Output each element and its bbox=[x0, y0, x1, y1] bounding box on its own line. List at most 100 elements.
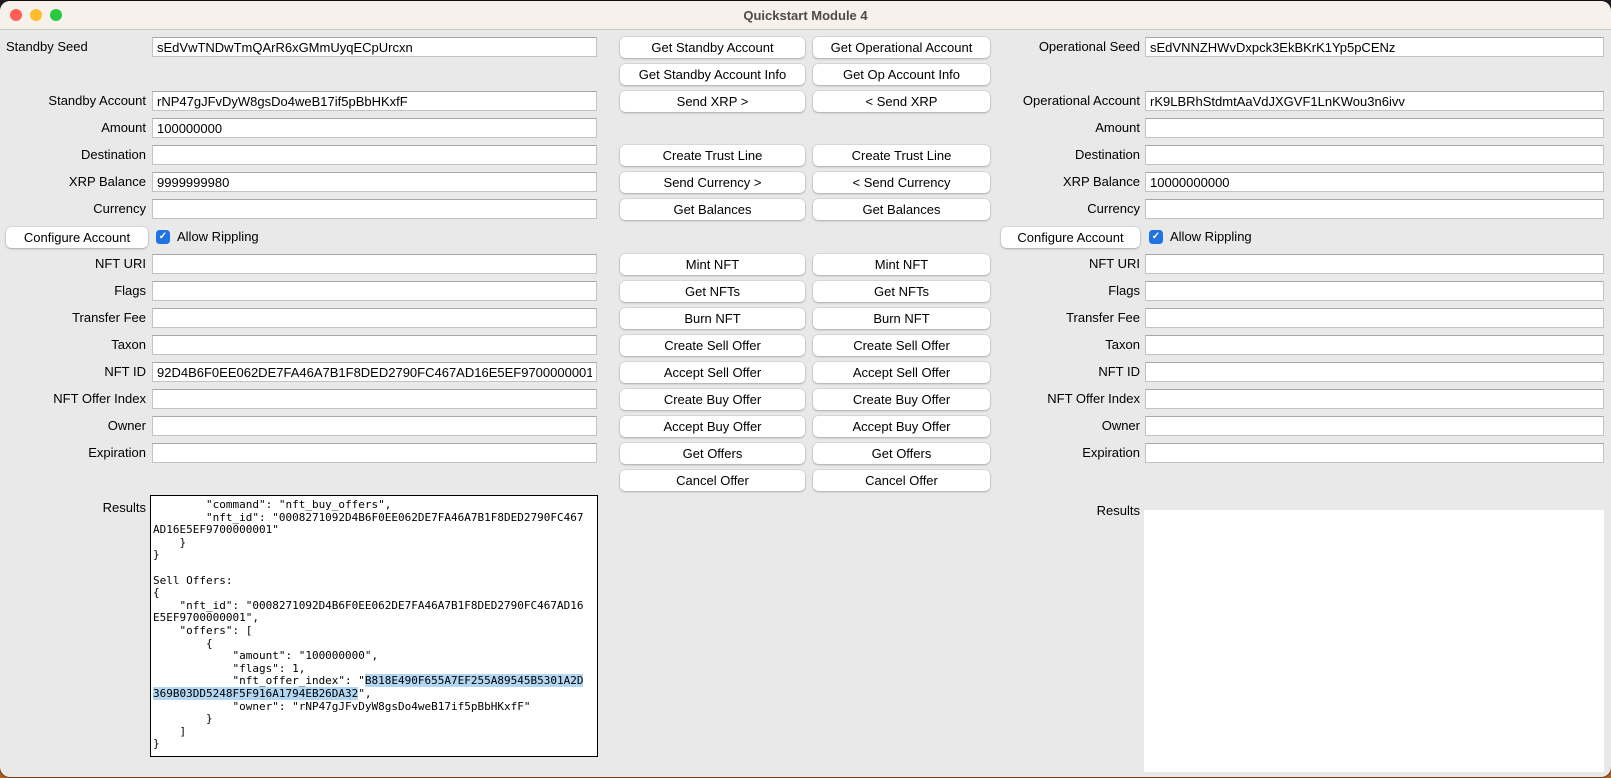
titlebar: Quickstart Module 4 bbox=[0, 1, 1611, 30]
op-cancel-offer-button[interactable]: Cancel Offer bbox=[813, 470, 990, 491]
op-owner-input[interactable] bbox=[1145, 416, 1604, 436]
standby-owner-input[interactable] bbox=[152, 416, 597, 436]
op-burn-nft-button[interactable]: Burn NFT bbox=[813, 308, 990, 329]
zoom-button[interactable] bbox=[50, 9, 62, 21]
standby-flags-input[interactable] bbox=[152, 281, 597, 301]
standby-nft-uri-label: NFT URI bbox=[0, 254, 146, 274]
standby-create-buy-offer-button[interactable]: Create Buy Offer bbox=[620, 389, 805, 410]
get-op-account-info-button[interactable]: Get Op Account Info bbox=[813, 64, 990, 85]
send-xrp-right-button[interactable]: Send XRP > bbox=[620, 91, 805, 112]
standby-nft-offer-index-label: NFT Offer Index bbox=[0, 389, 146, 409]
standby-destination-label: Destination bbox=[0, 145, 146, 165]
op-nft-offer-index-input[interactable] bbox=[1145, 389, 1604, 409]
close-button[interactable] bbox=[10, 9, 22, 21]
get-standby-account-info-button[interactable]: Get Standby Account Info bbox=[620, 64, 805, 85]
op-flags-label: Flags bbox=[990, 281, 1140, 301]
standby-get-nfts-button[interactable]: Get NFTs bbox=[620, 281, 805, 302]
op-get-balances-button[interactable]: Get Balances bbox=[813, 199, 990, 220]
op-xrp-balance-input[interactable] bbox=[1145, 172, 1604, 192]
op-taxon-input[interactable] bbox=[1145, 335, 1604, 355]
standby-configure-account-button[interactable]: Configure Account bbox=[6, 227, 148, 248]
op-create-sell-offer-button[interactable]: Create Sell Offer bbox=[813, 335, 990, 356]
standby-allow-rippling-label: Allow Rippling bbox=[177, 227, 297, 247]
standby-burn-nft-button[interactable]: Burn NFT bbox=[620, 308, 805, 329]
standby-currency-label: Currency bbox=[0, 199, 146, 219]
standby-expiration-input[interactable] bbox=[152, 443, 597, 463]
op-amount-input[interactable] bbox=[1145, 118, 1604, 138]
standby-nft-uri-input[interactable] bbox=[152, 254, 597, 274]
op-taxon-label: Taxon bbox=[990, 335, 1140, 355]
standby-results-box[interactable]: "command": "nft_buy_offers", "nft_id": "… bbox=[150, 495, 598, 757]
op-currency-input[interactable] bbox=[1145, 199, 1604, 219]
op-results-text bbox=[1144, 510, 1604, 516]
standby-get-balances-button[interactable]: Get Balances bbox=[620, 199, 805, 220]
standby-expiration-label: Expiration bbox=[0, 443, 146, 463]
get-operational-account-button[interactable]: Get Operational Account bbox=[813, 37, 990, 58]
standby-currency-input[interactable] bbox=[152, 199, 597, 219]
op-nft-uri-input[interactable] bbox=[1145, 254, 1604, 274]
op-mint-nft-button[interactable]: Mint NFT bbox=[813, 254, 990, 275]
op-results-label: Results bbox=[990, 501, 1140, 521]
standby-accept-sell-offer-button[interactable]: Accept Sell Offer bbox=[620, 362, 805, 383]
standby-allow-rippling-checkbox[interactable] bbox=[156, 230, 170, 244]
standby-transfer-fee-label: Transfer Fee bbox=[0, 308, 146, 328]
op-allow-rippling-checkbox[interactable] bbox=[1149, 230, 1163, 244]
op-create-buy-offer-button[interactable]: Create Buy Offer bbox=[813, 389, 990, 410]
standby-seed-input[interactable] bbox=[152, 37, 597, 57]
standby-accept-buy-offer-button[interactable]: Accept Buy Offer bbox=[620, 416, 805, 437]
standby-account-label: Standby Account bbox=[0, 91, 146, 111]
op-allow-rippling-label: Allow Rippling bbox=[1170, 227, 1290, 247]
standby-cancel-offer-button[interactable]: Cancel Offer bbox=[620, 470, 805, 491]
standby-seed-label: Standby Seed bbox=[6, 37, 146, 57]
standby-destination-input[interactable] bbox=[152, 145, 597, 165]
standby-amount-label: Amount bbox=[0, 118, 146, 138]
op-nft-offer-index-label: NFT Offer Index bbox=[990, 389, 1140, 409]
get-standby-account-button[interactable]: Get Standby Account bbox=[620, 37, 805, 58]
standby-xrp-balance-label: XRP Balance bbox=[0, 172, 146, 192]
op-currency-label: Currency bbox=[990, 199, 1140, 219]
window: Quickstart Module 4 Standby Seed Standby… bbox=[0, 1, 1611, 777]
standby-nft-id-label: NFT ID bbox=[0, 362, 146, 382]
send-xrp-left-button[interactable]: < Send XRP bbox=[813, 91, 990, 112]
standby-owner-label: Owner bbox=[0, 416, 146, 436]
standby-nft-offer-index-input[interactable] bbox=[152, 389, 597, 409]
standby-results-text: "command": "nft_buy_offers", "nft_id": "… bbox=[151, 496, 597, 754]
standby-create-trust-line-button[interactable]: Create Trust Line bbox=[620, 145, 805, 166]
standby-mint-nft-button[interactable]: Mint NFT bbox=[620, 254, 805, 275]
standby-taxon-label: Taxon bbox=[0, 335, 146, 355]
standby-xrp-balance-input[interactable] bbox=[152, 172, 597, 192]
window-title: Quickstart Module 4 bbox=[743, 8, 867, 23]
standby-create-sell-offer-button[interactable]: Create Sell Offer bbox=[620, 335, 805, 356]
standby-results-label: Results bbox=[0, 498, 146, 518]
standby-amount-input[interactable] bbox=[152, 118, 597, 138]
standby-account-input[interactable] bbox=[152, 91, 597, 111]
minimize-button[interactable] bbox=[30, 9, 42, 21]
op-owner-label: Owner bbox=[990, 416, 1140, 436]
standby-taxon-input[interactable] bbox=[152, 335, 597, 355]
op-configure-account-button[interactable]: Configure Account bbox=[1001, 227, 1140, 248]
standby-flags-label: Flags bbox=[0, 281, 146, 301]
op-nft-id-input[interactable] bbox=[1145, 362, 1604, 382]
op-accept-sell-offer-button[interactable]: Accept Sell Offer bbox=[813, 362, 990, 383]
op-account-input[interactable] bbox=[1145, 91, 1604, 111]
op-expiration-input[interactable] bbox=[1145, 443, 1604, 463]
op-create-trust-line-button[interactable]: Create Trust Line bbox=[813, 145, 990, 166]
standby-nft-id-input[interactable] bbox=[152, 362, 597, 382]
standby-transfer-fee-input[interactable] bbox=[152, 308, 597, 328]
op-flags-input[interactable] bbox=[1145, 281, 1604, 301]
op-nft-uri-label: NFT URI bbox=[990, 254, 1140, 274]
op-nft-id-label: NFT ID bbox=[990, 362, 1140, 382]
op-get-offers-button[interactable]: Get Offers bbox=[813, 443, 990, 464]
op-destination-input[interactable] bbox=[1145, 145, 1604, 165]
op-results-box[interactable] bbox=[1144, 510, 1604, 772]
op-transfer-fee-input[interactable] bbox=[1145, 308, 1604, 328]
send-currency-left-button[interactable]: < Send Currency bbox=[813, 172, 990, 193]
op-accept-buy-offer-button[interactable]: Accept Buy Offer bbox=[813, 416, 990, 437]
op-seed-input[interactable] bbox=[1145, 37, 1604, 57]
op-amount-label: Amount bbox=[990, 118, 1140, 138]
send-currency-right-button[interactable]: Send Currency > bbox=[620, 172, 805, 193]
standby-get-offers-button[interactable]: Get Offers bbox=[620, 443, 805, 464]
op-get-nfts-button[interactable]: Get NFTs bbox=[813, 281, 990, 302]
op-account-label: Operational Account bbox=[990, 91, 1140, 111]
op-expiration-label: Expiration bbox=[990, 443, 1140, 463]
